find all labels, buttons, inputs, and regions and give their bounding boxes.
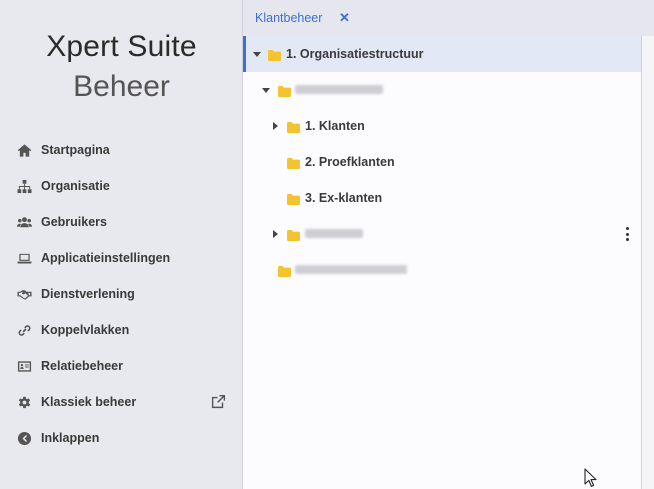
- tab-bar: Klantbeheer ✕: [243, 0, 654, 36]
- sidebar-item-label: Dienstverlening: [41, 287, 135, 301]
- redacted-label: [295, 85, 383, 94]
- tree-node-ex-klanten[interactable]: 3. Ex-klanten: [243, 180, 641, 216]
- detail-panel-edge: [641, 36, 654, 489]
- tree-node-redacted[interactable]: [243, 216, 641, 252]
- sidebar-item-applicatieinstellingen[interactable]: Applicatieinstellingen: [0, 240, 243, 276]
- mouse-cursor-icon: [584, 468, 597, 487]
- sidebar-nav: Startpagina Organisatie Gebruikers Appli…: [0, 132, 243, 456]
- users-icon: [16, 214, 33, 230]
- more-options-icon[interactable]: [624, 227, 630, 241]
- folder-icon: [287, 156, 300, 169]
- external-link-icon[interactable]: [211, 394, 227, 410]
- sidebar-item-label: Inklappen: [41, 431, 100, 445]
- id-card-icon: [16, 358, 33, 374]
- tree-node-label: 3. Ex-klanten: [305, 191, 383, 205]
- tree-node-klanten[interactable]: 1. Klanten: [243, 108, 641, 144]
- caret-right-icon[interactable]: [270, 229, 280, 239]
- sitemap-icon: [16, 178, 33, 194]
- sidebar-item-label: Koppelvlakken: [41, 323, 130, 337]
- folder-icon: [268, 48, 281, 61]
- folder-icon: [287, 192, 300, 205]
- link-icon: [16, 322, 33, 338]
- redacted-label: [305, 229, 363, 238]
- sidebar-item-organisatie[interactable]: Organisatie: [0, 168, 243, 204]
- tab-label: Klantbeheer: [255, 11, 323, 25]
- caret-down-icon[interactable]: [261, 85, 271, 95]
- folder-icon: [278, 264, 291, 277]
- brand-title: Xpert Suite: [46, 30, 197, 63]
- laptop-icon: [16, 250, 33, 266]
- sidebar-item-label: Startpagina: [41, 143, 110, 157]
- sidebar-item-label: Gebruikers: [41, 215, 108, 229]
- folder-icon: [287, 228, 300, 241]
- caret-right-icon[interactable]: [270, 121, 280, 131]
- sidebar: Xpert Suite Beheer Startpagina Organisat…: [0, 0, 243, 489]
- tree-node-redacted[interactable]: [243, 72, 641, 108]
- tree-node-label: 2. Proefklanten: [305, 155, 395, 169]
- chevron-left-circle-icon: [16, 430, 33, 446]
- sidebar-item-inklappen[interactable]: Inklappen: [0, 420, 243, 456]
- folder-icon: [287, 120, 300, 133]
- sidebar-item-klassiek-beheer[interactable]: Klassiek beheer: [0, 384, 243, 420]
- home-icon: [16, 142, 33, 158]
- gear-icon: [16, 394, 33, 410]
- sidebar-item-label: Klassiek beheer: [41, 395, 137, 409]
- handshake-icon: [16, 286, 33, 302]
- sidebar-item-label: Relatiebeheer: [41, 359, 123, 373]
- caret-down-icon[interactable]: [252, 49, 262, 59]
- sidebar-item-gebruikers[interactable]: Gebruikers: [0, 204, 243, 240]
- sidebar-item-label: Organisatie: [41, 179, 110, 193]
- tree-node-redacted[interactable]: [243, 252, 641, 288]
- tree-node-root[interactable]: 1. Organisatiestructuur: [243, 36, 641, 72]
- sidebar-item-relatiebeheer[interactable]: Relatiebeheer: [0, 348, 243, 384]
- tree-node-proefklanten[interactable]: 2. Proefklanten: [243, 144, 641, 180]
- tree-node-label: 1. Klanten: [305, 119, 365, 133]
- sidebar-item-startpagina[interactable]: Startpagina: [0, 132, 243, 168]
- sidebar-item-dienstverlening[interactable]: Dienstverlening: [0, 276, 243, 312]
- sidebar-item-label: Applicatieinstellingen: [41, 251, 171, 265]
- tree-panel: 1. Organisatiestructuur 1. Klanten 2. Pr…: [243, 36, 641, 489]
- close-icon[interactable]: ✕: [339, 10, 350, 26]
- tab-klantbeheer[interactable]: Klantbeheer ✕: [243, 0, 360, 36]
- sidebar-item-koppelvlakken[interactable]: Koppelvlakken: [0, 312, 243, 348]
- brand-subtitle: Beheer: [73, 70, 170, 103]
- folder-icon: [278, 84, 291, 97]
- tree-node-label: 1. Organisatiestructuur: [286, 47, 424, 61]
- redacted-label: [295, 265, 407, 274]
